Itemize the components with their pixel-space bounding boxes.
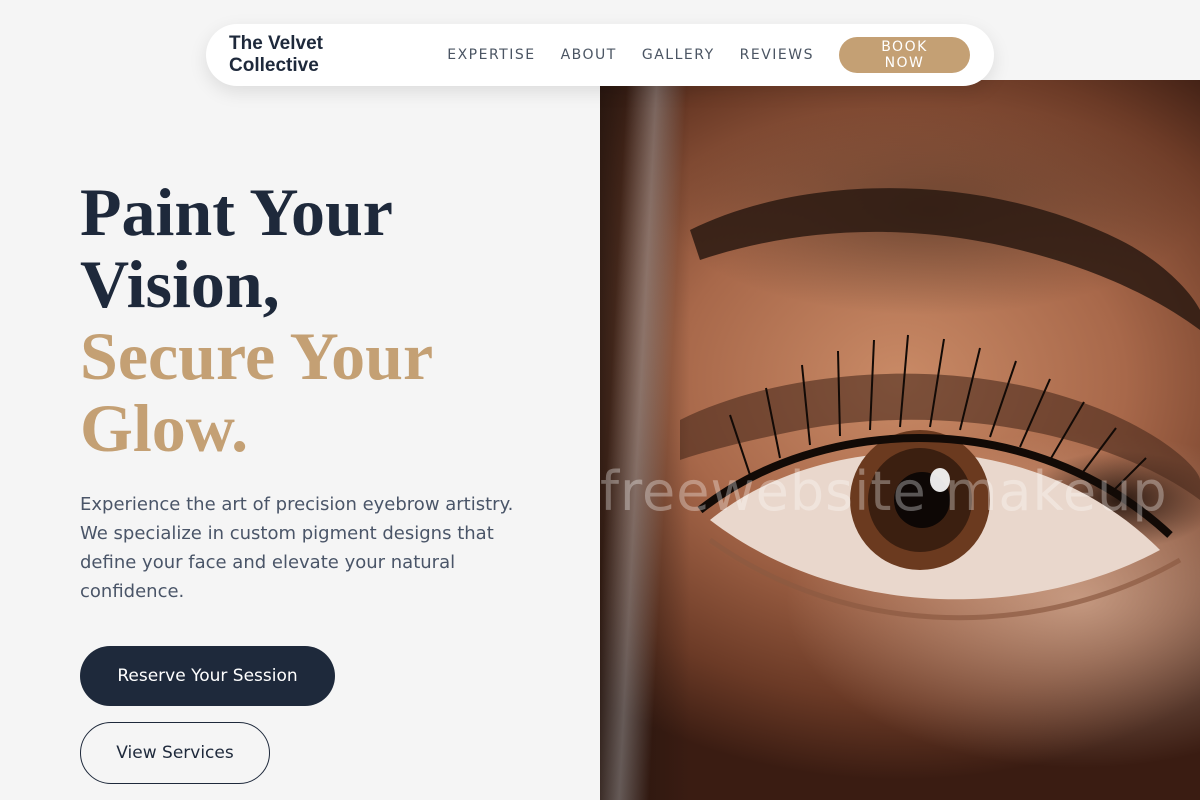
view-services-button[interactable]: View Services bbox=[80, 722, 270, 784]
top-navigation: The Velvet Collective EXPERTISE ABOUT GA… bbox=[206, 24, 994, 86]
hero-headline: Paint Your Vision, Secure Your Glow. bbox=[80, 176, 560, 464]
headline-line-1: Paint Your bbox=[80, 174, 393, 250]
nav-links: EXPERTISE ABOUT GALLERY REVIEWS bbox=[447, 47, 839, 63]
book-now-button[interactable]: BOOK NOW bbox=[838, 37, 970, 73]
reserve-session-button[interactable]: Reserve Your Session bbox=[80, 646, 335, 706]
nav-link-gallery[interactable]: GALLERY bbox=[642, 47, 715, 63]
nav-link-about[interactable]: ABOUT bbox=[561, 47, 617, 63]
hero-eye-image: freewebsite makeup bbox=[600, 80, 1200, 800]
hero-description: Experience the art of precision eyebrow … bbox=[80, 494, 514, 602]
headline-line-2: Vision, bbox=[80, 246, 280, 322]
nav-link-reviews[interactable]: REVIEWS bbox=[740, 47, 814, 63]
nav-link-expertise[interactable]: EXPERTISE bbox=[447, 47, 535, 63]
brand-logo[interactable]: The Velvet Collective bbox=[229, 33, 415, 77]
watermark-text: freewebsite makeup bbox=[600, 460, 1168, 523]
headline-accent-line-2: Glow. bbox=[80, 390, 249, 466]
eye-illustration bbox=[680, 188, 1200, 621]
headline-accent-line-1: Secure Your bbox=[80, 318, 434, 394]
